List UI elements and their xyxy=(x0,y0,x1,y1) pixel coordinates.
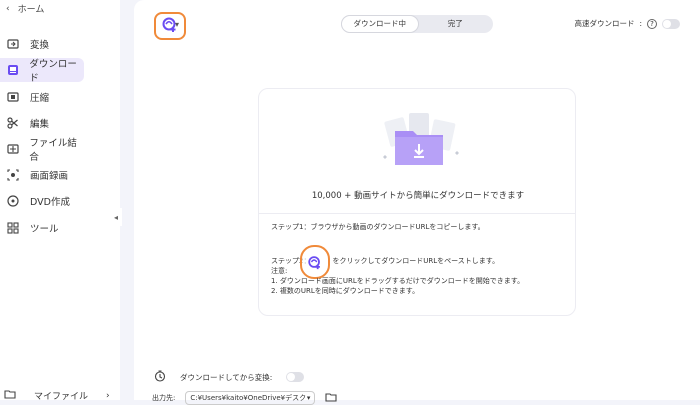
home-label: ホーム xyxy=(17,5,45,15)
output-path-select[interactable]: C:¥Users¥kaito¥OneDrive¥デスク ▾ xyxy=(185,391,316,405)
sidebar-item-label: ツール xyxy=(30,224,59,235)
download-icon xyxy=(6,63,19,77)
sidebar-item-download[interactable]: ダウンロード xyxy=(0,58,84,84)
note-1: 1. ダウンロード画面にURLをドラッグするだけでダウンロードを開始できます。 xyxy=(271,276,525,285)
folder-illustration xyxy=(369,109,469,179)
sidebar-item-screen-record[interactable]: 画面録画 xyxy=(0,163,84,187)
empty-state-headline: 10,000 + 動画サイトから簡単にダウンロードできます xyxy=(311,191,525,201)
main-panel: ▾ ダウンロード中 完了 高速ダウンロード : ? 10,000 + 動画サイト… xyxy=(134,0,700,405)
sidebar-item-label: マイファイル xyxy=(34,392,89,402)
step-2-suffix: をクリックしてダウンロードURLをペーストします。 xyxy=(332,257,500,266)
notes: 注意: 1. ダウンロード画面にURLをドラッグするだけでダウンロードを開始でき… xyxy=(271,267,524,296)
convert-after-label: ダウンロードしてから変換: xyxy=(180,372,273,382)
sidebar-item-convert[interactable]: 変換 xyxy=(0,32,84,56)
divider xyxy=(259,213,575,214)
output-path-value: C:¥Users¥kaito¥OneDrive¥デスク xyxy=(190,394,307,402)
output-location: 出力先: C:¥Users¥kaito¥OneDrive¥デスク ▾ xyxy=(152,391,337,405)
sidebar-item-label: ダウンロード xyxy=(29,59,77,84)
compress-icon xyxy=(6,90,20,104)
sidebar: ‹ ホーム 変換 ダウンロード 圧縮 編集 ファイル結合 画面録画 DVD作成 … xyxy=(0,0,120,402)
sidebar-item-label: 圧縮 xyxy=(30,93,50,104)
sidebar-item-label: ファイル結合 xyxy=(29,138,77,163)
sidebar-item-label: 画面録画 xyxy=(30,171,69,182)
chevron-right-icon: › xyxy=(106,390,110,401)
chevron-down-icon[interactable]: ▾ xyxy=(175,20,179,29)
sidebar-item-label: 変換 xyxy=(30,40,50,51)
note-title: 注意: xyxy=(271,267,288,275)
add-url-button[interactable] xyxy=(154,12,186,40)
sidebar-item-my-files[interactable]: マイファイル › xyxy=(4,389,110,402)
chevron-left-icon: ◂ xyxy=(113,212,118,222)
download-tabs: ダウンロード中 完了 xyxy=(341,15,493,33)
sidebar-item-label: 編集 xyxy=(30,119,50,130)
tab-completed[interactable]: 完了 xyxy=(418,16,494,32)
tools-icon xyxy=(6,221,20,235)
fast-download-toggle[interactable] xyxy=(662,18,680,29)
folder-icon xyxy=(4,389,16,402)
screen-record-icon xyxy=(6,168,20,182)
home-link[interactable]: ‹ ホーム xyxy=(6,2,45,16)
sidebar-item-label: DVD作成 xyxy=(30,197,70,208)
convert-after-download: ダウンロードしてから変換: xyxy=(154,370,305,384)
convert-after-toggle[interactable] xyxy=(286,372,305,382)
help-icon[interactable]: ? xyxy=(647,18,657,29)
folder-icon[interactable] xyxy=(325,392,337,404)
tab-downloading[interactable]: ダウンロード中 xyxy=(342,16,418,32)
empty-state-panel: 10,000 + 動画サイトから簡単にダウンロードできます ステップ1：ブラウザ… xyxy=(258,88,576,316)
sidebar-item-dvd[interactable]: DVD作成 xyxy=(0,189,84,213)
fast-download-label: 高速ダウンロード xyxy=(574,19,635,28)
sidebar-item-tools[interactable]: ツール xyxy=(0,216,84,240)
collapse-sidebar-button[interactable]: ◂ xyxy=(110,208,122,226)
convert-icon xyxy=(6,37,20,51)
step-1: ステップ1：ブラウザから動画のダウンロードURLをコピーします。 xyxy=(271,223,485,231)
dvd-icon xyxy=(6,194,20,208)
sidebar-item-merge[interactable]: ファイル結合 xyxy=(0,137,84,163)
merge-icon xyxy=(6,142,19,156)
sidebar-item-compress[interactable]: 圧縮 xyxy=(0,85,84,109)
chevron-down-icon: ▾ xyxy=(306,394,311,402)
note-2: 2. 複数のURLを同時にダウンロードできます。 xyxy=(271,286,420,295)
fast-download: 高速ダウンロード : ? xyxy=(574,18,680,29)
timer-icon xyxy=(154,370,166,384)
output-label: 出力先: xyxy=(152,394,176,402)
sidebar-item-edit[interactable]: 編集 xyxy=(0,111,84,135)
scissors-icon xyxy=(6,116,20,130)
chevron-left-icon: ‹ xyxy=(6,3,10,14)
